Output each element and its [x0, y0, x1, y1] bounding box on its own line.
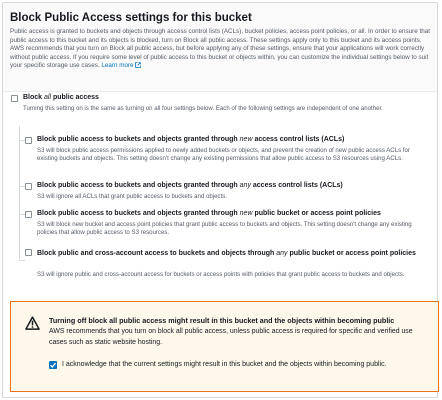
option-label-em: new	[239, 136, 253, 143]
options-tree-line	[19, 126, 20, 261]
block-all-label-em: all	[44, 94, 52, 101]
option-any-acl-label: Block public access to buckets and objec…	[37, 182, 343, 189]
warning-body: AWS recommends that you turn on block al…	[49, 328, 413, 346]
acknowledge-label: I acknowledge that the current settings …	[62, 361, 387, 368]
option-any-policy-description: S3 will ignore public and cross-account …	[37, 271, 405, 278]
panel-description-text: Public access is granted to buckets and …	[10, 28, 431, 70]
block-all-label: Block all public access	[23, 94, 99, 101]
panel-title: Block Public Access settings for this bu…	[10, 12, 252, 24]
option-new-policy-label: Block public access to buckets and objec…	[37, 210, 381, 217]
external-link-icon	[134, 62, 141, 69]
block-all-checkbox[interactable]	[11, 95, 18, 102]
acknowledge-checkbox[interactable]	[49, 361, 57, 369]
block-all-label-post: public access	[51, 94, 99, 101]
option-label-post: access control lists (ACLs)	[252, 136, 345, 143]
warning-triangle-icon	[25, 316, 40, 330]
panel-description: Public access is granted to buckets and …	[10, 28, 434, 71]
option-any-acl-checkbox[interactable]	[25, 183, 32, 190]
option-new-policy-checkbox[interactable]	[25, 211, 32, 218]
option-any-policy-checkbox[interactable]	[25, 249, 32, 256]
panel-header: Block Public Access settings for this bu…	[3, 3, 437, 92]
tree-branch	[19, 260, 25, 261]
option-label-pre: Block public access to buckets and objec…	[37, 182, 240, 189]
option-label-em: any	[276, 250, 288, 257]
option-any-acl-description: S3 will ignore all ACLs that grant publi…	[37, 193, 228, 200]
option-label-pre: Block public access to buckets and objec…	[37, 210, 240, 217]
learn-more-label: Learn more	[101, 62, 134, 70]
option-label-post: access control lists (ACLs)	[250, 182, 343, 189]
option-any-policy-label: Block public and cross-account access to…	[37, 248, 422, 259]
block-all-label-pre: Block	[23, 94, 45, 101]
option-label-post: public bucket or access point policies	[287, 250, 416, 257]
block-all-description: Turning this setting on is the same as t…	[23, 105, 383, 112]
block-public-access-panel: Block Public Access settings for this bu…	[2, 2, 439, 398]
option-label-em: new	[239, 210, 253, 217]
option-label-post: public bucket or access point policies	[252, 210, 381, 217]
option-new-policy-description: S3 will block new bucket and access poin…	[37, 221, 412, 237]
option-new-acl-description: S3 will block public access permissions …	[37, 147, 410, 163]
option-label-pre: Block public access to buckets and objec…	[37, 136, 240, 143]
learn-more-link[interactable]: Learn more	[101, 62, 141, 70]
warning-title: Turning off block all public access migh…	[49, 316, 395, 325]
warning-alert: Turning off block all public access migh…	[10, 301, 439, 392]
option-new-acl-checkbox[interactable]	[25, 137, 32, 144]
option-new-acl-label: Block public access to buckets and objec…	[37, 136, 344, 143]
option-label-em: any	[239, 182, 251, 189]
checkmark-icon	[50, 362, 57, 368]
option-label-pre: Block public and cross-account access to…	[37, 250, 277, 257]
